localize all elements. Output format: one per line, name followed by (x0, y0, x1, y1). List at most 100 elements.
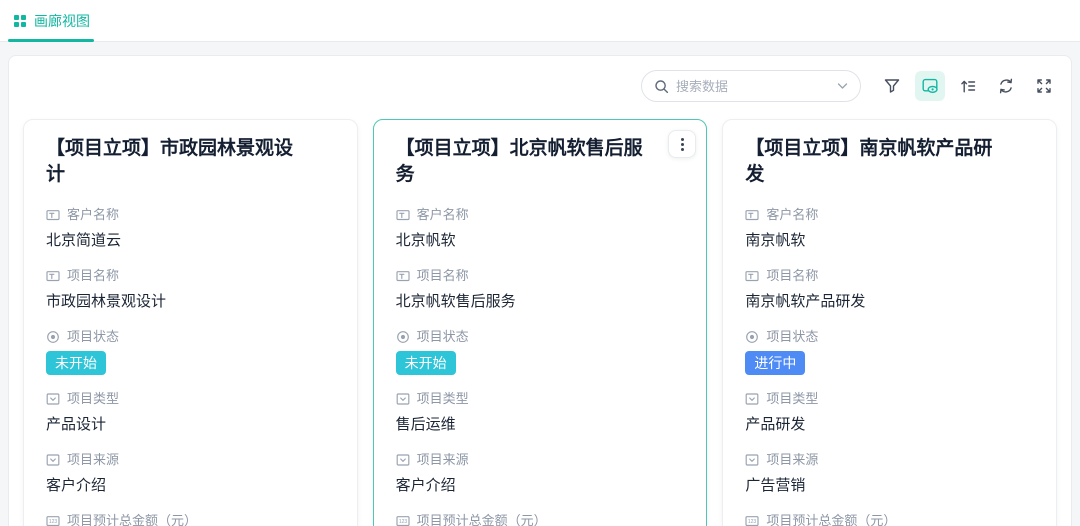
card-field: 项目状态 未开始 (46, 328, 335, 390)
card-title: 【项目立项】市政园林景观设计 (46, 136, 335, 188)
field-label: 项目名称 (417, 267, 469, 285)
field-label-row: 项目类型 (396, 390, 685, 408)
field-value: 南京帆软 (745, 230, 1034, 251)
field-value: 客户介绍 (396, 475, 685, 496)
text-field-icon (396, 208, 410, 222)
project-card[interactable]: 【项目立项】市政园林景观设计 客户名称 北京简道云 项目名称 市政园林景观设计 … (23, 119, 358, 526)
fullscreen-button[interactable] (1029, 71, 1059, 101)
tab-bar: 画廊视图 (0, 0, 1080, 42)
select-field-icon (745, 392, 759, 406)
card-field: 项目类型 售后运维 (396, 390, 685, 435)
card-field: 项目来源 广告营销 (745, 451, 1034, 496)
text-field-icon (745, 208, 759, 222)
select-field-icon (46, 392, 60, 406)
field-label-row: 项目状态 (46, 328, 335, 346)
select-field-icon (396, 453, 410, 467)
field-label-row: 项目名称 (396, 267, 685, 285)
field-label: 项目名称 (766, 267, 818, 285)
gallery-panel: 【项目立项】市政园林景观设计 客户名称 北京简道云 项目名称 市政园林景观设计 … (8, 55, 1072, 526)
field-label-row: 123 项目预计总金额（元） (396, 512, 685, 526)
card-field: 客户名称 南京帆软 (745, 206, 1034, 251)
card-field: 项目名称 南京帆软产品研发 (745, 267, 1034, 312)
project-card[interactable]: 【项目立项】南京帆软产品研发 客户名称 南京帆软 项目名称 南京帆软产品研发 项… (722, 119, 1057, 526)
field-label-row: 项目来源 (745, 451, 1034, 469)
card-field: 项目状态 进行中 (745, 328, 1034, 390)
status-badge: 未开始 (46, 351, 106, 375)
number-field-icon: 123 (46, 514, 60, 526)
svg-text:123: 123 (748, 519, 757, 525)
card-field: 客户名称 北京帆软 (396, 206, 685, 251)
field-label: 项目名称 (67, 267, 119, 285)
number-field-icon: 123 (396, 514, 410, 526)
select-field-icon (745, 453, 759, 467)
card-fields: 客户名称 南京帆软 项目名称 南京帆软产品研发 项目状态 进行中 项目类型 产品… (745, 206, 1034, 526)
field-label-row: 项目状态 (396, 328, 685, 346)
card-menu-button[interactable] (668, 130, 696, 158)
card-field: 项目名称 市政园林景观设计 (46, 267, 335, 312)
radio-field-icon (745, 330, 759, 344)
text-field-icon (745, 269, 759, 283)
card-list: 【项目立项】市政园林景观设计 客户名称 北京简道云 项目名称 市政园林景观设计 … (9, 102, 1071, 526)
card-fields: 客户名称 北京简道云 项目名称 市政园林景观设计 项目状态 未开始 项目类型 产… (46, 206, 335, 526)
select-field-icon (46, 453, 60, 467)
field-label-row: 项目类型 (745, 390, 1034, 408)
search-input[interactable] (676, 79, 830, 94)
number-field-icon: 123 (745, 514, 759, 526)
status-badge: 未开始 (396, 351, 456, 375)
card-field: 123 项目预计总金额（元） 10,000.00 (396, 512, 685, 526)
field-value: 售后运维 (396, 414, 685, 435)
field-value: 客户介绍 (46, 475, 335, 496)
field-label: 项目类型 (766, 390, 818, 408)
svg-text:123: 123 (399, 519, 408, 525)
field-value: 市政园林景观设计 (46, 291, 335, 312)
field-label-row: 项目来源 (396, 451, 685, 469)
gallery-grid-icon (14, 15, 26, 27)
field-label-row: 客户名称 (745, 206, 1034, 224)
field-label: 项目来源 (766, 451, 818, 469)
refresh-button[interactable] (991, 71, 1021, 101)
field-value: 南京帆软产品研发 (745, 291, 1034, 312)
field-label-row: 项目名称 (46, 267, 335, 285)
field-value: 产品研发 (745, 414, 1034, 435)
tab-gallery-view[interactable]: 画廊视图 (14, 0, 90, 41)
text-field-icon (46, 269, 60, 283)
field-label: 项目来源 (417, 451, 469, 469)
custom-sort-button[interactable] (953, 71, 983, 101)
refresh-icon (997, 77, 1015, 95)
field-value: 北京帆软售后服务 (396, 291, 685, 312)
view-settings-button[interactable] (915, 71, 945, 101)
sort-lines-icon (959, 77, 977, 95)
field-value: 广告营销 (745, 475, 1034, 496)
field-label: 项目预计总金额（元） (67, 512, 197, 526)
project-card[interactable]: 【项目立项】北京帆软售后服务 客户名称 北京帆软 项目名称 北京帆软售后服务 项… (373, 119, 708, 526)
page-content: 【项目立项】市政园林景观设计 客户名称 北京简道云 项目名称 市政园林景观设计 … (0, 42, 1080, 526)
active-tab-underline (8, 39, 94, 42)
field-label: 项目来源 (67, 451, 119, 469)
card-field: 项目类型 产品设计 (46, 390, 335, 435)
text-field-icon (46, 208, 60, 222)
field-label-row: 123 项目预计总金额（元） (745, 512, 1034, 526)
field-label-row: 客户名称 (396, 206, 685, 224)
field-label-row: 项目名称 (745, 267, 1034, 285)
card-field: 客户名称 北京简道云 (46, 206, 335, 251)
chevron-down-icon[interactable] (837, 82, 848, 90)
field-label: 项目类型 (67, 390, 119, 408)
search-box[interactable] (641, 70, 861, 102)
card-eye-icon (921, 77, 939, 95)
card-field: 项目来源 客户介绍 (396, 451, 685, 496)
card-field: 123 项目预计总金额（元） 100,000.00 (46, 512, 335, 526)
select-field-icon (396, 392, 410, 406)
field-label: 客户名称 (417, 206, 469, 224)
toolbar (9, 56, 1071, 102)
card-field: 项目状态 未开始 (396, 328, 685, 390)
field-label: 项目预计总金额（元） (766, 512, 896, 526)
card-field: 123 项目预计总金额（元） 200,000.00 (745, 512, 1034, 526)
kebab-menu-icon (681, 138, 684, 151)
filter-button[interactable] (877, 71, 907, 101)
card-title: 【项目立项】南京帆软产品研发 (745, 136, 1034, 188)
field-label-row: 项目来源 (46, 451, 335, 469)
card-field: 项目名称 北京帆软售后服务 (396, 267, 685, 312)
field-label: 项目状态 (67, 328, 119, 346)
radio-field-icon (396, 330, 410, 344)
funnel-icon (883, 77, 901, 95)
